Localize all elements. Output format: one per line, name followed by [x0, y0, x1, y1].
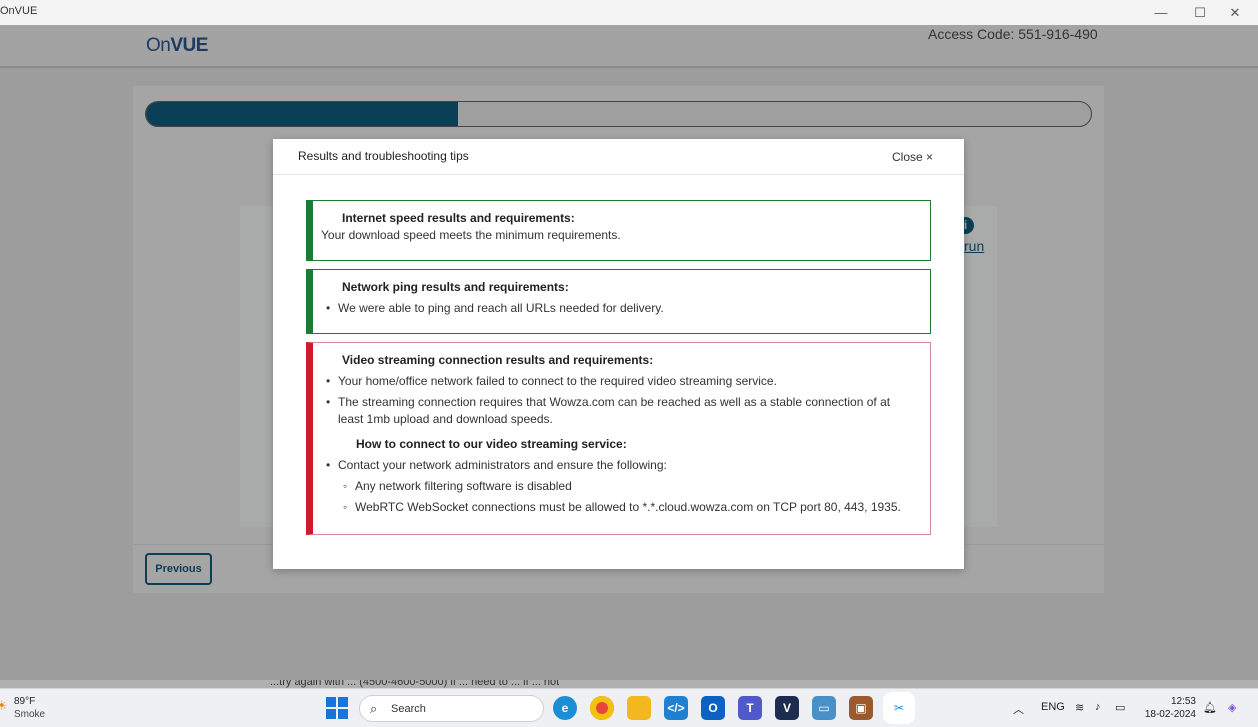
- window-close-button[interactable]: ✕: [1212, 0, 1258, 25]
- network-ping-heading: Network ping results and requirements:: [342, 280, 569, 294]
- volume-icon[interactable]: ♪: [1095, 701, 1101, 713]
- video-streaming-card: Video streaming connection results and r…: [306, 342, 931, 535]
- footer-strip: ...try again with ... (4500-4600-5000) i…: [0, 680, 1258, 688]
- previous-button[interactable]: Previous: [145, 553, 212, 585]
- progress-bar: [145, 101, 1092, 127]
- filtering-sub-bullet: Any network filtering software is disabl…: [343, 479, 572, 493]
- notification-bell-icon[interactable]: 🔔︎: [1203, 701, 1217, 714]
- video-failed-bullet: Your home/office network failed to conne…: [326, 374, 777, 388]
- teams-icon[interactable]: T: [738, 696, 762, 720]
- progress-fill: [146, 102, 458, 126]
- copilot-icon[interactable]: ◈: [1228, 701, 1236, 714]
- vscode-icon[interactable]: </>: [664, 696, 688, 720]
- clock[interactable]: 12:53 18-02-2024: [1144, 695, 1196, 721]
- network-ping-card: Network ping results and requirements: W…: [306, 269, 931, 334]
- footer-partial-text: ...try again with ... (4500-4600-5000) i…: [270, 680, 560, 688]
- internet-speed-heading: Internet speed results and requirements:: [342, 211, 575, 225]
- tray-chevron-icon[interactable]: ︿: [1013, 701, 1024, 717]
- video-streaming-heading: Video streaming connection results and r…: [342, 353, 654, 367]
- chrome-icon[interactable]: [590, 696, 614, 720]
- search-label: Search: [391, 703, 426, 715]
- modal-header: Results and troubleshooting tips Close ×: [273, 139, 964, 175]
- edge-icon[interactable]: e: [553, 696, 577, 720]
- rerun-link[interactable]: run: [964, 238, 984, 254]
- video-requirement-bullet: The streaming connection requires that W…: [326, 395, 890, 409]
- taskbar: ☀ 89°F Smoke ⌕ Search e </> O T V ▭ ▣ ✂ …: [0, 688, 1258, 727]
- weather-condition[interactable]: Smoke: [14, 709, 45, 720]
- contact-admin-bullet: Contact your network administrators and …: [326, 458, 667, 472]
- snipping-tool-icon[interactable]: ✂: [887, 696, 911, 720]
- file-explorer-icon[interactable]: [627, 696, 651, 720]
- access-code: Access Code: 551-916-490: [928, 26, 1098, 42]
- weather-icon[interactable]: ☀: [0, 698, 8, 714]
- outlook-icon[interactable]: O: [701, 696, 725, 720]
- battery-icon[interactable]: ▭: [1115, 701, 1125, 714]
- clock-date: 18-02-2024: [1144, 709, 1196, 720]
- package-icon[interactable]: ▣: [849, 696, 873, 720]
- weather-temp[interactable]: 89°F: [14, 696, 35, 707]
- window-title: OnVUE: [0, 5, 38, 17]
- search-icon: ⌕: [370, 701, 378, 716]
- remote-desktop-icon[interactable]: ▭: [812, 696, 836, 720]
- taskbar-search[interactable]: ⌕ Search: [359, 695, 544, 722]
- video-requirement-bullet-cont: least 1mb upload and download speeds.: [338, 412, 553, 426]
- language-indicator[interactable]: ENG: [1041, 701, 1065, 713]
- start-button[interactable]: [326, 697, 348, 719]
- onvue-logo: OnVUE: [146, 35, 208, 56]
- websocket-sub-bullet: WebRTC WebSocket connections must be all…: [343, 500, 901, 514]
- wifi-icon[interactable]: ≋: [1075, 701, 1084, 714]
- vue-icon[interactable]: V: [775, 696, 799, 720]
- window-title-bar: OnVUE — ☐ ✕: [0, 0, 1258, 25]
- modal-title: Results and troubleshooting tips: [298, 149, 469, 163]
- troubleshooting-modal: Results and troubleshooting tips Close ×…: [273, 139, 964, 569]
- network-ping-bullet: We were able to ping and reach all URLs …: [326, 301, 664, 315]
- internet-speed-card: Internet speed results and requirements:…: [306, 200, 931, 261]
- app-header: OnVUE Access Code: 551-916-490: [0, 25, 1258, 68]
- modal-close-button[interactable]: Close ×: [892, 150, 933, 164]
- internet-speed-text: Your download speed meets the minimum re…: [321, 228, 621, 242]
- clock-time: 12:53: [1170, 696, 1196, 707]
- howto-heading: How to connect to our video streaming se…: [356, 437, 627, 451]
